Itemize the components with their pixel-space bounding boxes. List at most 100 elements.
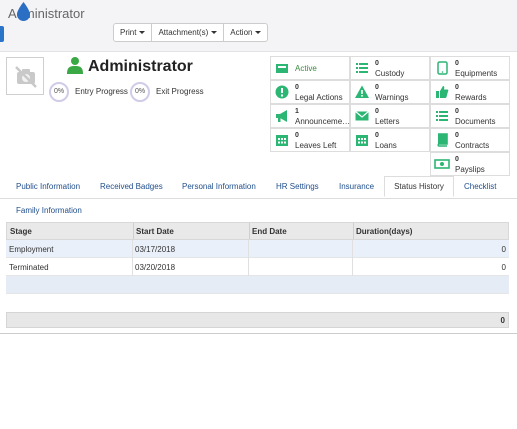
stat-contracts[interactable]: 0 Contracts xyxy=(430,128,510,152)
stat-loans[interactable]: 0 Loans xyxy=(350,128,430,152)
letters-label: Letters xyxy=(375,117,400,126)
table-header: Stage Start Date End Date Duration(days) xyxy=(6,222,509,240)
list-icon xyxy=(356,63,368,73)
payslips-count: 0 xyxy=(455,156,459,163)
letters-count: 0 xyxy=(375,108,379,115)
cell-start-date: 03/20/2018 xyxy=(135,262,176,272)
table-row[interactable]: Employment 03/17/2018 0 xyxy=(6,240,509,258)
rewards-count: 0 xyxy=(455,84,459,91)
column-header-end-date[interactable]: End Date xyxy=(252,223,287,239)
megaphone-icon xyxy=(276,110,287,122)
exit-progress-circle: 0% xyxy=(130,81,150,102)
loans-count: 0 xyxy=(375,132,379,139)
documents-label: Documents xyxy=(455,117,496,126)
column-divider xyxy=(132,240,133,258)
table-footer: 0 xyxy=(6,312,509,328)
legal-actions-count: 0 xyxy=(295,84,299,91)
cell-start-date: 03/17/2018 xyxy=(135,244,176,254)
print-button-label: Print xyxy=(120,28,137,37)
entry-progress-label: Entry Progress xyxy=(75,87,128,96)
tab-personal-information[interactable]: Personal Information xyxy=(182,176,256,197)
empty-table-row xyxy=(6,276,509,294)
stat-warnings[interactable]: 0 Warnings xyxy=(350,80,430,104)
entry-progress-circle: 0% xyxy=(49,81,69,102)
warnings-label: Warnings xyxy=(375,93,409,102)
tray-icon xyxy=(276,64,288,73)
tab-public-information[interactable]: Public Information xyxy=(16,176,80,197)
action-button[interactable]: Action xyxy=(224,24,267,41)
entry-progress: 0% Entry Progress xyxy=(49,81,128,102)
envelope-icon xyxy=(355,111,369,121)
stat-rewards[interactable]: 0 Rewards xyxy=(430,80,510,104)
column-header-duration[interactable]: Duration(days) xyxy=(356,223,412,239)
caret-down-icon xyxy=(139,31,146,34)
documents-count: 0 xyxy=(455,108,459,115)
cell-stage: Terminated xyxy=(9,262,49,272)
user-icon xyxy=(67,57,83,74)
caret-down-icon xyxy=(211,31,218,34)
cell-duration: 0 xyxy=(501,244,506,254)
thumbs-up-icon xyxy=(436,86,449,98)
sidebar-toggle-tab[interactable] xyxy=(0,26,4,42)
column-header-stage[interactable]: Stage xyxy=(10,223,32,239)
drop-icon xyxy=(17,2,30,21)
stat-announcements[interactable]: 1 Announceme… xyxy=(270,104,350,128)
stat-leaves-left[interactable]: 0 Leaves Left xyxy=(270,128,350,152)
equipments-label: Equipments xyxy=(455,69,498,78)
table-row[interactable]: Terminated 03/20/2018 0 xyxy=(6,258,509,276)
exit-progress-label: Exit Progress xyxy=(156,87,204,96)
column-header-start-date[interactable]: Start Date xyxy=(136,223,174,239)
attachments-button-label: Attachment(s) xyxy=(158,28,209,37)
print-button[interactable]: Print xyxy=(114,24,153,41)
tab-hr-settings[interactable]: HR Settings xyxy=(276,176,319,197)
tab-checklist[interactable]: Checklist xyxy=(464,176,496,197)
stat-custody[interactable]: 0 Custody xyxy=(350,56,430,80)
stat-documents[interactable]: 0 Documents xyxy=(430,104,510,128)
total-duration: 0 xyxy=(500,315,505,325)
column-divider xyxy=(133,223,134,239)
action-button-label: Action xyxy=(230,28,253,37)
status-history-table: Stage Start Date End Date Duration(days)… xyxy=(6,222,509,294)
calendar-icon xyxy=(356,135,368,146)
contracts-count: 0 xyxy=(455,132,459,139)
status-value: Active xyxy=(295,64,317,73)
calendar-icon xyxy=(276,135,288,146)
employee-name: Administrator xyxy=(88,58,193,75)
stats-grid: Active 0 Custody 0 Equipments 0 Legal Ac… xyxy=(270,56,510,176)
caret-down-icon xyxy=(255,31,262,34)
stat-status[interactable]: Active xyxy=(270,56,350,80)
announcements-label: Announceme… xyxy=(295,117,350,126)
column-divider xyxy=(353,223,354,239)
stat-letters[interactable]: 0 Letters xyxy=(350,104,430,128)
rewards-label: Rewards xyxy=(455,93,487,102)
custody-count: 0 xyxy=(375,60,379,67)
cell-duration: 0 xyxy=(501,262,506,272)
avatar[interactable] xyxy=(6,57,44,95)
leaves-left-label: Leaves Left xyxy=(295,141,337,150)
stat-payslips[interactable]: 0 Payslips xyxy=(430,152,510,176)
column-divider xyxy=(352,240,353,258)
cell-stage: Employment xyxy=(9,244,54,254)
tab-bar: Public Information Received Badges Perso… xyxy=(0,176,517,222)
no-photo-icon xyxy=(15,66,37,88)
stat-legal-actions[interactable]: 0 Legal Actions xyxy=(270,80,350,104)
warnings-count: 0 xyxy=(375,84,379,91)
toolbar-button-group: Print Attachment(s) Action xyxy=(113,23,269,42)
tab-received-badges[interactable]: Received Badges xyxy=(100,176,163,197)
announcements-count: 1 xyxy=(295,108,299,115)
tab-status-history[interactable]: Status History xyxy=(384,176,454,197)
column-divider xyxy=(248,240,249,258)
column-divider xyxy=(132,258,133,276)
contracts-label: Contracts xyxy=(455,141,490,150)
tablet-icon xyxy=(437,61,448,75)
tab-insurance[interactable]: Insurance xyxy=(339,176,374,197)
stat-equipments[interactable]: 0 Equipments xyxy=(430,56,510,80)
column-divider xyxy=(248,258,249,276)
column-divider xyxy=(352,258,353,276)
column-divider xyxy=(249,223,250,239)
leaves-left-count: 0 xyxy=(295,132,299,139)
exclamation-icon xyxy=(275,85,289,99)
tab-family-information[interactable]: Family Information xyxy=(16,200,82,221)
top-bar: Administrator Print Attachment(s) Action xyxy=(0,0,517,52)
attachments-button[interactable]: Attachment(s) xyxy=(152,24,225,41)
